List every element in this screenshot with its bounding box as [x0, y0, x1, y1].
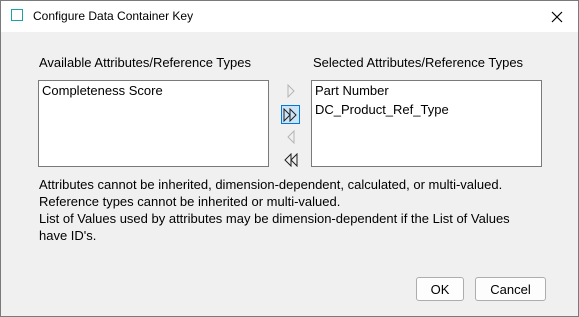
move-all-right-button[interactable]: [281, 105, 300, 124]
list-item[interactable]: Part Number: [312, 81, 541, 100]
close-icon: [551, 11, 563, 22]
move-right-button[interactable]: [281, 81, 300, 100]
info-line: Reference types cannot be inherited or m…: [39, 194, 341, 209]
ok-button[interactable]: OK: [416, 277, 464, 301]
info-text: Attributes cannot be inherited, dimensio…: [39, 176, 510, 244]
dialog-title: Configure Data Container Key: [33, 9, 194, 23]
double-chevron-right-icon: [283, 107, 297, 122]
close-button[interactable]: [536, 1, 578, 32]
available-label: Available Attributes/Reference Types: [39, 55, 251, 70]
info-line: List of Values used by attributes may be…: [39, 211, 510, 226]
chevron-left-icon: [286, 129, 294, 144]
cancel-button[interactable]: Cancel: [475, 277, 546, 301]
move-all-left-button[interactable]: [281, 150, 300, 169]
move-left-button[interactable]: [281, 127, 300, 146]
list-item[interactable]: DC_Product_Ref_Type: [312, 100, 541, 119]
available-listbox[interactable]: Completeness Score: [38, 80, 269, 167]
title-bar[interactable]: Configure Data Container Key: [1, 1, 578, 32]
double-chevron-left-icon: [284, 152, 298, 167]
info-line: Attributes cannot be inherited, dimensio…: [39, 177, 503, 192]
selected-listbox[interactable]: Part Number DC_Product_Ref_Type: [311, 80, 542, 167]
chevron-right-icon: [287, 83, 295, 98]
info-line: have ID's.: [39, 228, 97, 243]
dialog-window: Configure Data Container Key Available A…: [0, 0, 579, 317]
selected-label: Selected Attributes/Reference Types: [313, 55, 524, 70]
list-item[interactable]: Completeness Score: [39, 81, 268, 100]
app-square-icon: [11, 9, 23, 21]
